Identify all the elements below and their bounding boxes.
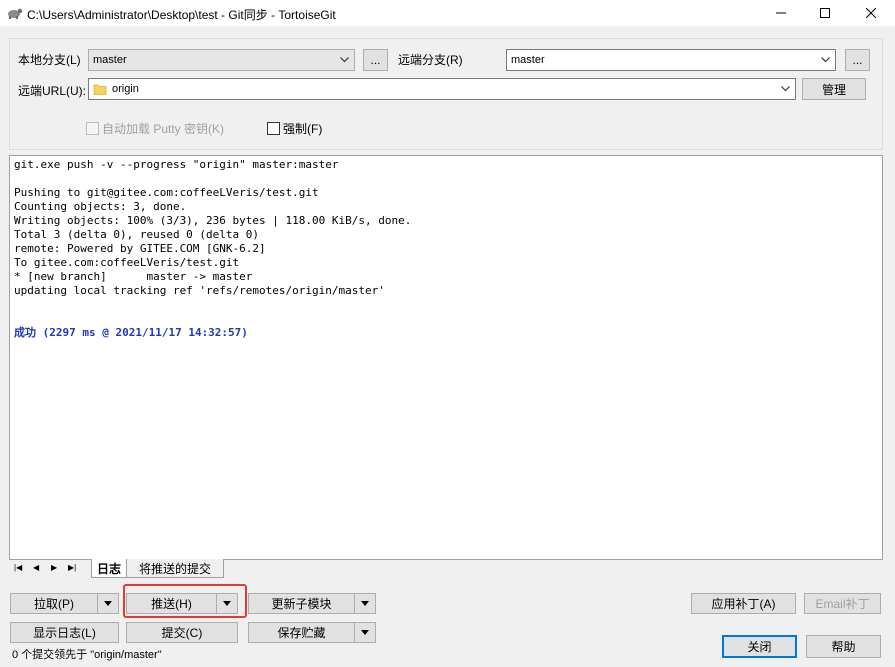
tab-strip: |◀ ◀ ▶ ▶| 日志 将推送的提交	[9, 558, 883, 578]
pull-split-button[interactable]: 拉取(P)	[10, 593, 119, 614]
local-branch-label: 本地分支(L)	[18, 53, 81, 67]
tab-log[interactable]: 日志	[91, 559, 127, 578]
email-patch-button[interactable]: Email补丁	[804, 593, 881, 614]
update-submodule-split-button[interactable]: 更新子模块	[248, 593, 376, 614]
title-bar: C:\Users\Administrator\Desktop\test - Gi…	[0, 0, 895, 26]
apply-patch-button[interactable]: 应用补丁(A)	[691, 593, 796, 614]
help-button[interactable]: 帮助	[806, 635, 881, 658]
log-line: git.exe push -v --progress "origin" mast…	[14, 158, 339, 171]
update-submodule-dropdown[interactable]	[354, 594, 375, 613]
local-branch-browse-button[interactable]: ...	[363, 49, 388, 71]
tab-commits-to-push[interactable]: 将推送的提交	[126, 559, 224, 578]
log-line: To gitee.com:coffeeLVeris/test.git	[14, 256, 240, 269]
sync-settings-group: 本地分支(L) master ... 远端分支(R) master ... 远端…	[9, 38, 883, 150]
chevron-down-icon	[821, 57, 830, 63]
folder-icon	[93, 84, 107, 95]
minimize-button[interactable]	[758, 0, 804, 26]
remote-branch-combo[interactable]: master	[506, 49, 836, 71]
last-tab-icon[interactable]: ▶|	[68, 563, 76, 572]
next-tab-icon[interactable]: ▶	[51, 563, 57, 572]
remote-url-label: 远端URL(U):	[18, 84, 86, 98]
push-split-button[interactable]: 推送(H)	[126, 593, 238, 614]
log-line: remote: Powered by GITEE.COM [GNK-6.2]	[14, 242, 266, 255]
log-line: Pushing to git@gitee.com:coffeeLVeris/te…	[14, 186, 319, 199]
force-checkbox[interactable]: 强制(F)	[267, 120, 322, 137]
tortoisegit-icon	[8, 8, 23, 19]
show-log-button[interactable]: 显示日志(L)	[10, 622, 119, 643]
triangle-down-icon	[361, 630, 369, 635]
maximize-icon	[820, 8, 830, 18]
log-line: Writing objects: 100% (3/3), 236 bytes |…	[14, 214, 412, 227]
manage-button[interactable]: 管理	[802, 78, 866, 100]
stash-dropdown[interactable]	[354, 623, 375, 642]
success-line: 成功 (2297 ms @ 2021/11/17 14:32:57)	[14, 326, 248, 339]
pull-dropdown[interactable]	[97, 594, 118, 613]
maximize-button[interactable]	[802, 0, 848, 26]
autoload-putty-checkbox[interactable]: 自动加载 Putty 密钥(K)	[86, 120, 224, 137]
autoload-putty-label: 自动加载 Putty 密钥(K)	[102, 122, 225, 136]
log-line: Counting objects: 3, done.	[14, 200, 187, 213]
log-line: Total 3 (delta 0), reused 0 (delta 0)	[14, 228, 260, 241]
triangle-down-icon	[361, 601, 369, 606]
log-line: updating local tracking ref 'refs/remote…	[14, 284, 385, 297]
first-tab-icon[interactable]: |◀	[14, 563, 22, 572]
close-button[interactable]: 关闭	[722, 635, 797, 658]
remote-branch-browse-button[interactable]: ...	[845, 49, 870, 71]
window-title: C:\Users\Administrator\Desktop\test - Gi…	[27, 8, 336, 22]
force-label: 强制(F)	[283, 122, 323, 136]
remote-url-value: origin	[112, 83, 139, 95]
triangle-down-icon	[104, 601, 112, 606]
chevron-down-icon	[340, 57, 349, 63]
update-submodule-button[interactable]: 更新子模块	[249, 594, 354, 613]
remote-url-combo[interactable]: origin	[88, 78, 796, 100]
push-dropdown[interactable]	[216, 594, 237, 613]
push-button[interactable]: 推送(H)	[127, 594, 216, 613]
remote-branch-value: master	[511, 54, 545, 66]
local-branch-combo[interactable]: master	[88, 49, 355, 71]
triangle-down-icon	[223, 601, 231, 606]
close-icon	[866, 8, 876, 18]
prev-tab-icon[interactable]: ◀	[33, 563, 39, 572]
commit-button[interactable]: 提交(C)	[126, 622, 238, 643]
log-output[interactable]: git.exe push -v --progress "origin" mast…	[9, 155, 883, 560]
close-window-button[interactable]	[848, 0, 894, 26]
local-branch-value: master	[93, 54, 127, 66]
stash-button[interactable]: 保存贮藏	[249, 623, 354, 642]
chevron-down-icon	[781, 86, 790, 92]
pull-button[interactable]: 拉取(P)	[11, 594, 97, 613]
checkbox-box	[86, 122, 99, 135]
minimize-icon	[776, 12, 786, 14]
remote-branch-label: 远端分支(R)	[398, 53, 463, 67]
log-line: * [new branch] master -> master	[14, 270, 253, 283]
checkbox-box	[267, 122, 280, 135]
status-text: 0 个提交领先于 "origin/master"	[12, 649, 162, 661]
stash-split-button[interactable]: 保存贮藏	[248, 622, 376, 643]
